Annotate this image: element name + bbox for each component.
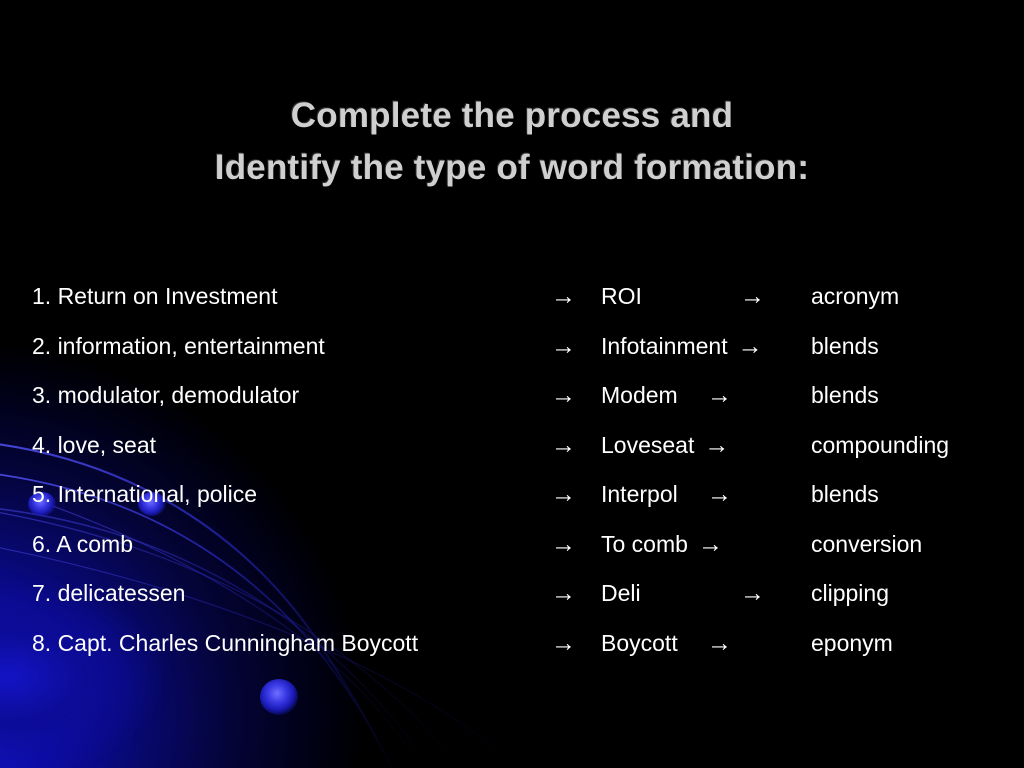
list-item: 4. love, seat → Loveseat → compounding: [0, 421, 1024, 471]
source-term: 4. love, seat: [32, 431, 157, 458]
list-item: 5. International, police → Interpol → blends: [0, 470, 1024, 520]
source-term: 6. A comb: [32, 530, 134, 557]
arrow-right-icon: →: [551, 628, 576, 657]
result-word-cell: Infotainment →: [601, 322, 763, 372]
arrow-right-icon: →: [551, 579, 576, 607]
result-word: Interpol: [601, 481, 678, 507]
source-term: 3. modulator, demodulator: [32, 382, 300, 408]
arrow-right-icon: →: [704, 430, 730, 459]
result-word: ROI: [601, 283, 642, 309]
arrow-right-icon: →: [551, 381, 576, 409]
result-word-cell: Interpol →: [601, 470, 732, 520]
slide-title-line-1: Complete the process and: [290, 96, 734, 135]
result-word: Boycott: [601, 629, 678, 656]
formation-type: blends: [811, 481, 879, 507]
source-term: 8. Capt. Charles Cunningham Boycott: [32, 629, 419, 656]
arrow-right-icon: →: [551, 529, 576, 558]
source-term: 2. information, entertainment: [32, 332, 325, 359]
list-item: 7. delicatessen → Deli → clipping: [0, 569, 1024, 619]
formation-type: clipping: [811, 580, 889, 606]
result-word-cell: Boycott →: [601, 619, 732, 669]
result-word: Infotainment: [601, 332, 728, 359]
result-word: Modem: [601, 382, 678, 408]
source-term: 1. Return on Investment: [32, 283, 278, 309]
slide-title: Complete the process and Identify the ty…: [0, 90, 1024, 194]
result-word: Loveseat: [601, 431, 695, 458]
source-term: 5. International, police: [32, 481, 258, 507]
formation-type: blends: [811, 382, 879, 408]
arrow-right-icon: →: [737, 331, 763, 360]
arc-node-dot: [260, 679, 298, 715]
presentation-slide: Complete the process and Identify the ty…: [0, 0, 1024, 768]
arrow-right-icon: →: [697, 529, 723, 558]
result-word: To comb: [601, 530, 688, 557]
formation-type: compounding: [811, 431, 950, 458]
arrow-right-icon: →: [551, 331, 576, 360]
arrow-right-icon: →: [551, 430, 576, 459]
result-word-cell: ROI →: [601, 272, 765, 322]
list-item: 2. information, entertainment → Infotainme…: [0, 322, 1024, 372]
list-item: 6. A comb → To comb → conversion: [0, 520, 1024, 570]
arrow-right-icon: →: [551, 480, 576, 508]
arrow-right-icon: →: [707, 480, 732, 508]
formation-type: conversion: [811, 530, 923, 557]
formation-type: eponym: [811, 629, 893, 656]
arrow-right-icon: →: [707, 628, 732, 657]
result-word-cell: Deli →: [601, 569, 765, 619]
word-formation-list: 1. Return on Investment → ROI → acronym 2. in…: [0, 272, 1024, 668]
result-word: Deli: [601, 580, 641, 606]
source-term: 7. delicatessen: [32, 580, 186, 606]
list-item: 1. Return on Investment → ROI → acronym: [0, 272, 1024, 322]
arrow-right-icon: →: [551, 282, 576, 310]
slide-title-line-2: Identify the type of word formation:: [214, 148, 810, 187]
arrow-right-icon: →: [740, 579, 765, 607]
result-word-cell: Modem →: [601, 371, 732, 421]
formation-type: blends: [811, 332, 879, 359]
result-word-cell: To comb →: [601, 520, 723, 570]
arrow-right-icon: →: [740, 282, 765, 310]
list-item: 3. modulator, demodulator → Modem → blends: [0, 371, 1024, 421]
arrow-right-icon: →: [707, 381, 732, 409]
list-item: 8. Capt. Charles Cunningham Boycott → Boyc…: [0, 619, 1024, 669]
result-word-cell: Loveseat →: [601, 421, 729, 471]
formation-type: acronym: [811, 283, 900, 309]
